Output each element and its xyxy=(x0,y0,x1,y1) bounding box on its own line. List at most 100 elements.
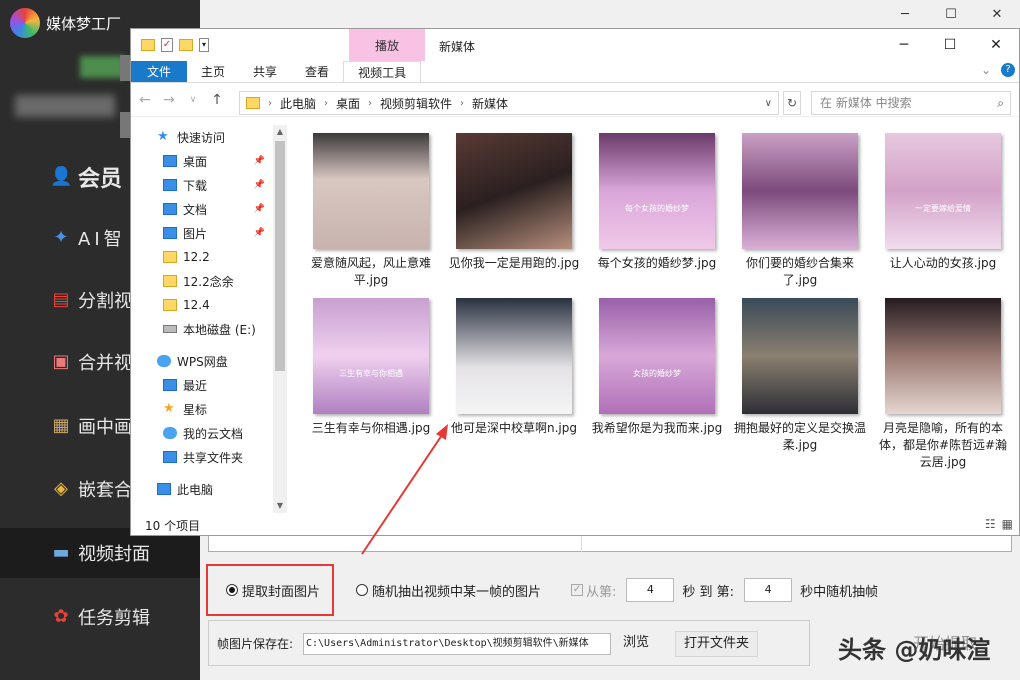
tree-item[interactable]: 文档 📌 xyxy=(131,197,273,221)
breadcrumb-item[interactable]: 桌面 xyxy=(336,95,360,112)
minimize-icon[interactable]: ─ xyxy=(882,0,928,30)
tree-item[interactable]: 我的云文档 xyxy=(131,421,273,445)
tree-item[interactable]: 桌面 📌 xyxy=(131,149,273,173)
to-seconds-input[interactable]: 4 xyxy=(744,578,793,602)
from-seconds-input[interactable]: 4 xyxy=(626,578,675,602)
up-icon[interactable]: ↑ xyxy=(209,92,225,108)
image-thumbnail xyxy=(456,298,572,414)
file-name: 拥抱最好的定义是交换温柔.jpg xyxy=(733,421,866,452)
watermark: 头条 @奶味渲 xyxy=(838,636,991,664)
pin-icon[interactable]: 📌 xyxy=(254,180,265,190)
tree-item[interactable]: 最近 xyxy=(131,373,273,397)
tree-item[interactable]: ★ 星标 xyxy=(131,397,273,421)
file-tile[interactable]: 你们要的婚纱合集来了.jpg xyxy=(730,133,870,289)
file-tile[interactable]: 三生有幸与你相遇 三生有幸与你相遇.jpg xyxy=(301,298,441,437)
maximize-icon[interactable]: ☐ xyxy=(928,0,974,30)
tree-item[interactable]: 12.4 xyxy=(131,293,273,317)
breadcrumb-item[interactable]: 此电脑 xyxy=(280,95,316,112)
close-icon[interactable]: ✕ xyxy=(974,0,1020,30)
file-tile[interactable]: 见你我一定是用跑的.jpg xyxy=(444,133,584,272)
thumbnail-caption: 每个女孩的婚纱梦 xyxy=(625,204,689,213)
save-path-input[interactable]: C:\Users\Administrator\Desktop\视频剪辑软件\新媒… xyxy=(303,633,611,655)
close-icon[interactable]: ✕ xyxy=(973,29,1019,61)
new-folder-icon[interactable] xyxy=(179,39,193,51)
tree-item[interactable]: WPS网盘 xyxy=(131,349,273,373)
breadcrumb-item[interactable]: 视频剪辑软件 xyxy=(380,95,452,112)
help-icon[interactable]: ? xyxy=(1001,63,1015,77)
app-title-text: 媒体梦工厂 xyxy=(46,14,122,33)
file-tile[interactable]: 拥抱最好的定义是交换温柔.jpg xyxy=(730,298,870,454)
customize-dropdown-icon[interactable]: ▾ xyxy=(199,38,209,52)
expand-ribbon-icon[interactable]: ⌄ xyxy=(981,63,991,77)
chevron-right-icon: › xyxy=(324,97,329,109)
status-item-count: 10 个项目 xyxy=(145,519,201,533)
scrollbar-thumb[interactable] xyxy=(275,141,285,371)
random-frame-radio[interactable]: 随机抽出视频中某一帧的图片 xyxy=(356,581,541,600)
search-input[interactable]: 在 新媒体 中搜索 ⌕ xyxy=(811,91,1011,115)
file-tile[interactable]: 每个女孩的婚纱梦 每个女孩的婚纱梦.jpg xyxy=(587,133,727,272)
pin-icon[interactable]: 📌 xyxy=(254,156,265,166)
thumbnail-caption: 三生有幸与你相遇 xyxy=(339,369,403,378)
file-name: 见你我一定是用跑的.jpg xyxy=(448,256,580,270)
open-folder-button[interactable]: 打开文件夹 xyxy=(675,631,759,657)
app-title: 媒体梦工厂 xyxy=(10,8,121,38)
clock-icon xyxy=(163,379,177,391)
tree-item[interactable]: 图片 📌 xyxy=(131,221,273,245)
tree-item[interactable]: 12.2念余 xyxy=(131,269,273,293)
from-checkbox[interactable]: ✓ 从第: xyxy=(571,581,616,600)
share-icon xyxy=(163,451,177,463)
folder-icon[interactable] xyxy=(141,39,155,51)
file-tile[interactable]: 一定要嫁给爱情 让人心动的女孩.jpg xyxy=(873,133,1013,272)
tab-file[interactable]: 文件 xyxy=(131,61,188,82)
image-thumbnail xyxy=(742,298,858,414)
tree-item-label: 快速访问 xyxy=(177,130,226,145)
address-bar[interactable]: › 此电脑 › 桌面 › 视频剪辑软件 › 新媒体 ∨ xyxy=(239,91,779,115)
file-tile[interactable]: 爱意随风起，风止意难平.jpg xyxy=(301,133,441,289)
tab-view[interactable]: 查看 xyxy=(291,61,343,82)
tree-item[interactable]: 本地磁盘 (E:) xyxy=(131,317,273,341)
file-name: 我希望你是为我而来.jpg xyxy=(591,421,723,435)
browse-button[interactable]: 浏览 xyxy=(615,631,657,657)
tab-video-tools[interactable]: 视频工具 xyxy=(343,61,422,82)
scroll-down-icon[interactable]: ▼ xyxy=(273,499,287,513)
file-tile[interactable]: 女孩的婚纱梦 我希望你是为我而来.jpg xyxy=(587,298,727,437)
image-thumbnail: 每个女孩的婚纱梦 xyxy=(599,133,715,249)
maximize-icon[interactable]: ☐ xyxy=(927,29,973,61)
play-context-tab[interactable]: 播放 xyxy=(349,29,425,61)
file-tile[interactable]: 月亮是隐喻，所有的本体，都是你#陈哲远#瀚云居.jpg xyxy=(873,298,1013,471)
back-icon[interactable]: ← xyxy=(137,92,153,108)
tree-item[interactable]: ★ 快速访问 xyxy=(131,125,273,149)
extract-cover-radio[interactable]: 提取封面图片 xyxy=(226,581,320,600)
tab-home[interactable]: 主页 xyxy=(187,61,239,82)
minimize-icon[interactable]: ─ xyxy=(881,29,927,61)
dropdown-icon[interactable]: ∨ xyxy=(185,95,201,105)
tree-item-label: 下载 xyxy=(183,178,208,193)
file-tile[interactable]: 他可是深中校草啊n.jpg xyxy=(444,298,584,437)
nav-scrollbar[interactable]: ▲ ▼ xyxy=(273,125,287,513)
ribbon-right: ⌄ ? xyxy=(981,63,1015,77)
tree-item[interactable]: 共享文件夹 xyxy=(131,445,273,469)
tree-item[interactable]: 此电脑 xyxy=(131,477,273,501)
scroll-up-icon[interactable]: ▲ xyxy=(273,125,287,139)
random-suffix-label: 秒中随机抽帧 xyxy=(800,584,879,600)
pin-icon[interactable]: 📌 xyxy=(254,228,265,238)
navigation-pane: ★ 快速访问 桌面 📌 下载 📌 文档 📌 图片 📌 12.2 12.2念余 12.4 本地磁盘 (E:)… xyxy=(131,125,273,509)
properties-icon[interactable]: ✓ xyxy=(161,38,173,52)
forward-icon[interactable]: → xyxy=(161,92,177,108)
tree-item[interactable]: 12.2 xyxy=(131,245,273,269)
tree-item[interactable]: 下载 📌 xyxy=(131,173,273,197)
nav-label: 分割视 xyxy=(78,291,132,312)
pin-icon[interactable]: 📌 xyxy=(254,204,265,214)
refresh-icon[interactable]: ↻ xyxy=(783,91,801,115)
details-view-icon[interactable]: ☷ xyxy=(985,517,996,531)
radio-selected-icon xyxy=(226,584,238,596)
breadcrumb-item[interactable]: 新媒体 xyxy=(472,95,508,112)
tree-item-label: 12.2念余 xyxy=(183,274,234,289)
file-name: 爱意随风起，风止意难平.jpg xyxy=(310,256,431,287)
chevron-down-icon[interactable]: ∨ xyxy=(765,98,772,109)
nav-item-task[interactable]: ✿ 任务剪辑 xyxy=(0,592,200,642)
large-icons-view-icon[interactable]: ▦ xyxy=(1002,517,1013,531)
tree-item-label: 12.2 xyxy=(183,250,210,264)
tab-share[interactable]: 共享 xyxy=(239,61,291,82)
tree-item-label: 12.4 xyxy=(183,298,210,312)
